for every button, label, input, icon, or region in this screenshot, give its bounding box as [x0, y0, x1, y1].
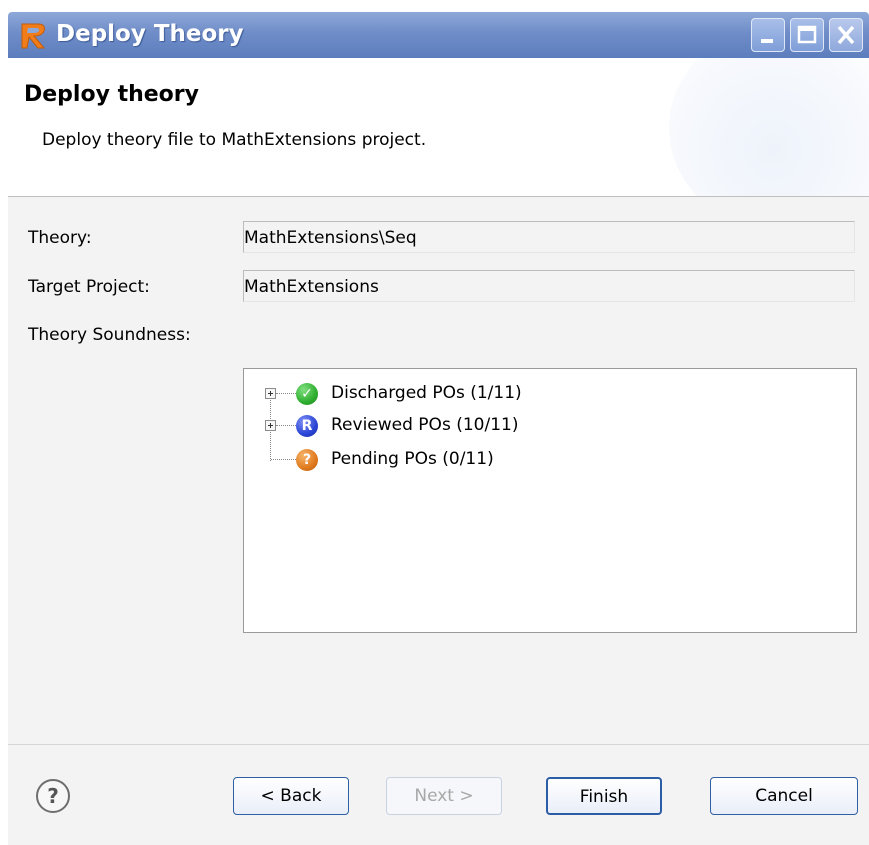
tree-item-label: Pending POs (0/11) [331, 449, 494, 469]
theory-value: MathExtensions\Seq [244, 228, 417, 248]
target-project-field: MathExtensions [243, 270, 855, 302]
close-icon [837, 25, 855, 45]
title-bar[interactable]: Deploy Theory [8, 12, 869, 58]
theory-field: MathExtensions\Seq [243, 221, 855, 253]
theory-label: Theory: [28, 228, 92, 248]
soundness-tree[interactable]: ✓ Discharged POs (1/11) R Reviewed POs (… [243, 368, 857, 633]
help-icon[interactable]: ? [36, 779, 70, 813]
window-title: Deploy Theory [56, 21, 244, 47]
question-icon: ? [296, 449, 318, 471]
target-project-label: Target Project: [28, 277, 150, 297]
tree-item-reviewed[interactable]: R Reviewed POs (10/11) [244, 407, 856, 437]
check-icon: ✓ [296, 383, 318, 405]
wizard-footer: ? < Back Next > Finish Cancel [8, 744, 869, 845]
r-icon: R [296, 415, 318, 437]
tree-connector [276, 425, 296, 426]
finish-button[interactable]: Finish [546, 777, 662, 815]
tree-item-label: Reviewed POs (10/11) [331, 415, 519, 435]
theory-soundness-label: Theory Soundness: [28, 325, 191, 345]
deploy-theory-dialog: Deploy Theory Deploy theory Deploy theor… [0, 0, 869, 845]
wizard-header: Deploy theory Deploy theory file to Math… [8, 58, 869, 197]
tree-item-discharged[interactable]: ✓ Discharged POs (1/11) [244, 375, 856, 405]
header-banner-graphic [669, 58, 869, 196]
tree-item-label: Discharged POs (1/11) [331, 383, 522, 403]
target-project-value: MathExtensions [244, 277, 379, 297]
back-button[interactable]: < Back [233, 777, 349, 815]
maximize-icon [797, 25, 817, 44]
expand-icon[interactable] [265, 388, 276, 399]
minimize-button[interactable] [751, 18, 785, 52]
next-button[interactable]: Next > [386, 777, 502, 815]
close-button[interactable] [829, 18, 863, 52]
tree-connector [271, 459, 296, 460]
page-description: Deploy theory file to MathExtensions pro… [42, 130, 427, 150]
cancel-button[interactable]: Cancel [710, 777, 858, 815]
expand-icon[interactable] [265, 420, 276, 431]
minimize-icon [761, 39, 773, 43]
tree-connector [276, 393, 296, 394]
rodin-logo-icon [21, 23, 46, 49]
maximize-button[interactable] [790, 18, 824, 52]
tree-item-pending[interactable]: ? Pending POs (0/11) [244, 441, 856, 471]
page-title: Deploy theory [24, 82, 199, 107]
